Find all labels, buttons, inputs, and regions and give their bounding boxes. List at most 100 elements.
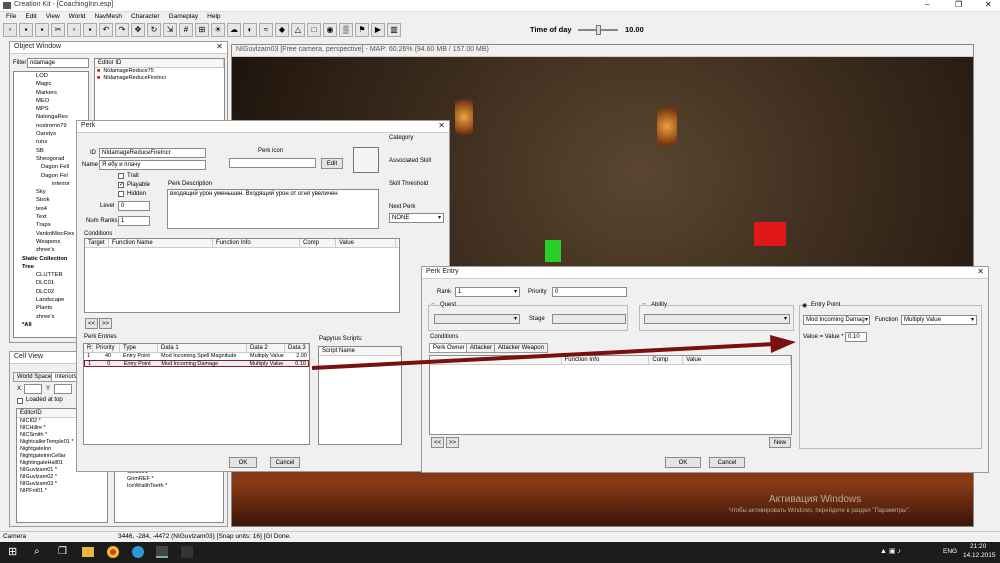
hidden-checkbox[interactable] xyxy=(118,191,124,197)
conditions-table[interactable]: Target Function Name Function Info Comp … xyxy=(84,238,400,313)
script-name-column[interactable]: Script Name xyxy=(319,347,401,355)
level-input[interactable]: 0 xyxy=(118,201,150,211)
rank-select[interactable]: 1 ▾ xyxy=(455,287,520,297)
chart-icon[interactable]: ▥ xyxy=(387,23,401,37)
ability-select[interactable]: ▾ xyxy=(644,314,790,324)
scripts-header[interactable]: Script Name xyxy=(319,347,401,356)
undo-icon[interactable]: ↶ xyxy=(99,23,113,37)
perk-entries-table[interactable]: R Priority Type Data 1 Data 2 Data 3 1 4… xyxy=(83,343,310,445)
conditions-header[interactable]: Target Function Name Function Info Comp … xyxy=(85,239,399,248)
copy-icon[interactable]: ▫ xyxy=(67,23,81,37)
next-perk-select[interactable]: NONE ▾ xyxy=(389,213,444,223)
task-view-icon[interactable]: ❐ xyxy=(58,546,67,557)
entry-point-select[interactable]: Mod Incoming Damag ▾ xyxy=(803,315,870,325)
perk-description-input[interactable]: входящий урон уменьшен. Входящий урон от… xyxy=(167,189,379,229)
paste-icon[interactable]: ▪ xyxy=(83,23,97,37)
menu-character[interactable]: Character xyxy=(131,12,160,22)
close-window-button[interactable]: ✕ xyxy=(985,0,992,9)
cancel-button[interactable]: Cancel xyxy=(270,457,300,468)
file-explorer-icon[interactable] xyxy=(82,547,94,557)
object-list-header[interactable]: Editor ID xyxy=(95,59,224,68)
skype-icon[interactable] xyxy=(132,546,144,558)
cancel-button[interactable]: Cancel xyxy=(709,457,745,468)
list-item[interactable]: ■ NIdamageReduceFireIncr xyxy=(95,75,224,82)
sky-icon[interactable]: ☁ xyxy=(227,23,241,37)
snap-icon[interactable]: ⊞ xyxy=(195,23,209,37)
target-column[interactable]: Target xyxy=(85,239,109,247)
ok-button[interactable]: OK xyxy=(665,457,701,468)
name-input[interactable]: Я ебу и плачу xyxy=(99,160,206,170)
menu-edit[interactable]: Edit xyxy=(25,12,36,22)
edit-icon-button[interactable]: Edit xyxy=(321,158,343,169)
entry-point-radio[interactable]: ◉ xyxy=(802,302,808,309)
num-ranks-input[interactable]: 1 xyxy=(118,216,150,226)
function-info-column[interactable]: Function Info xyxy=(562,356,650,364)
papyrus-scripts-list[interactable]: Script Name xyxy=(318,346,402,445)
tab-perk-owner[interactable]: Perk Owner xyxy=(429,343,469,353)
data2-column[interactable]: Data 2 xyxy=(247,344,285,352)
data1-column[interactable]: Data 1 xyxy=(158,344,247,352)
marker-icon[interactable]: ◆ xyxy=(275,23,289,37)
filter-input[interactable]: ndamage xyxy=(27,58,89,68)
open-icon[interactable]: ▪ xyxy=(19,23,33,37)
type-column[interactable]: Type xyxy=(120,344,158,352)
table-row[interactable]: NIGuvlzam02 * xyxy=(17,474,107,481)
cell-objects-list[interactable]: Gold001 * GrimREF * IceWraithTeeth * xyxy=(114,468,224,523)
function-name-column[interactable]: Function Name xyxy=(109,239,213,247)
data3-column[interactable]: Data 3 xyxy=(285,344,309,352)
time-slider-thumb[interactable] xyxy=(596,25,601,35)
move-icon[interactable]: ✥ xyxy=(131,23,145,37)
playable-checkbox[interactable]: ✓ xyxy=(118,182,124,188)
close-icon[interactable]: ✕ xyxy=(438,121,445,130)
menu-gameplay[interactable]: Gameplay xyxy=(169,12,199,22)
list-item[interactable]: ■ NIdamageReduce75 xyxy=(95,68,224,75)
priority-column[interactable]: Priority xyxy=(93,344,120,352)
y-input[interactable] xyxy=(54,384,72,394)
perk-entries-header[interactable]: R Priority Type Data 1 Data 2 Data 3 xyxy=(84,344,309,353)
minimize-button[interactable]: – xyxy=(925,0,929,9)
cut-icon[interactable]: ✂ xyxy=(51,23,65,37)
grid-icon[interactable]: # xyxy=(179,23,193,37)
loaded-at-top-checkbox[interactable] xyxy=(17,398,23,404)
function-select[interactable]: Multiply Value ▾ xyxy=(901,315,977,325)
collision-icon[interactable]: □ xyxy=(307,23,321,37)
scale-icon[interactable]: ⇲ xyxy=(163,23,177,37)
rotate-icon[interactable]: ↻ xyxy=(147,23,161,37)
blank-column[interactable] xyxy=(430,356,562,364)
tab-attacker[interactable]: Attacker xyxy=(466,343,497,353)
trait-checkbox[interactable] xyxy=(118,173,124,179)
function-info-column[interactable]: Function Info xyxy=(213,239,300,247)
tree-item[interactable]: Markers xyxy=(36,89,88,97)
tree-item[interactable]: Magic xyxy=(36,80,88,88)
list-item[interactable]: IceWraithTeeth * xyxy=(115,483,223,490)
perk-entry-conditions-table[interactable]: Function Info Comp Value xyxy=(429,355,792,435)
id-input[interactable]: NIdamageReduceFireIncr xyxy=(99,148,206,158)
next-button[interactable]: >> xyxy=(446,437,459,448)
flag-icon[interactable]: ⚑ xyxy=(355,23,369,37)
table-row[interactable]: NIGuvlzam03 * xyxy=(17,481,107,488)
perk-icon-input[interactable] xyxy=(229,158,316,168)
ok-button[interactable]: OK xyxy=(229,457,257,468)
app-icon-1[interactable] xyxy=(156,546,168,558)
app-icon-2[interactable] xyxy=(181,546,193,558)
tree-item[interactable]: MPS xyxy=(36,105,88,113)
table-row-selected[interactable]: 1 0 Entry Point Mod Incoming Damage Mult… xyxy=(84,360,309,367)
conditions-header[interactable]: Function Info Comp Value xyxy=(430,356,791,365)
tab-world-space[interactable]: World Space xyxy=(13,372,56,382)
priority-input[interactable]: 0 xyxy=(552,287,627,297)
table-row[interactable]: NIPFnt01 * xyxy=(17,488,107,495)
comp-column[interactable]: Comp xyxy=(300,239,336,247)
next-button[interactable]: >> xyxy=(99,318,112,329)
menu-help[interactable]: Help xyxy=(207,12,220,22)
ability-radio[interactable]: ○ xyxy=(642,302,646,308)
redo-icon[interactable]: ↷ xyxy=(115,23,129,37)
prev-button[interactable]: << xyxy=(85,318,98,329)
value-column[interactable]: Value xyxy=(683,356,791,364)
menu-file[interactable]: File xyxy=(6,12,16,22)
tab-attacker-weapon[interactable]: Attacker Weapon xyxy=(494,343,548,353)
close-icon[interactable]: ✕ xyxy=(977,267,984,276)
fog-icon[interactable]: ▒ xyxy=(339,23,353,37)
x-input[interactable] xyxy=(24,384,42,394)
new-button[interactable]: New xyxy=(769,437,791,448)
prev-button[interactable]: << xyxy=(431,437,444,448)
